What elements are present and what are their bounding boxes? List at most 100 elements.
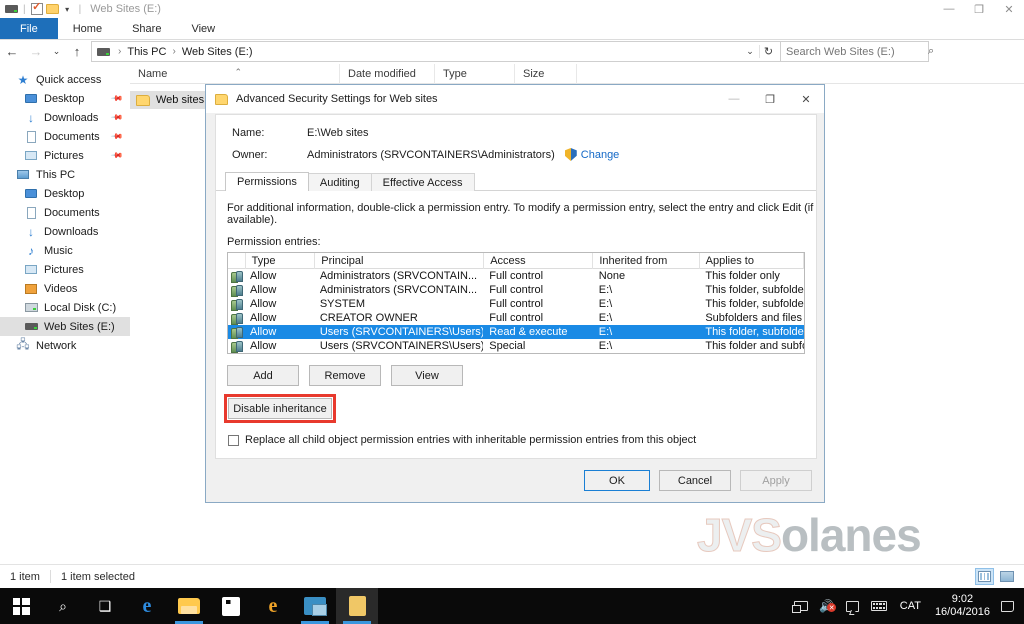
properties-icon[interactable]: [30, 0, 45, 17]
grid-column-principal[interactable]: Principal: [315, 253, 485, 269]
cancel-button[interactable]: Cancel: [659, 470, 731, 491]
table-row[interactable]: Allow CREATOR OWNER Full control E:\ Subfold…: [228, 311, 804, 325]
keyboard-icon[interactable]: [866, 588, 892, 624]
minimize-button[interactable]: —: [934, 0, 964, 18]
pin-icon[interactable]: 📌: [110, 149, 123, 162]
new-folder-icon[interactable]: [45, 2, 60, 17]
language-indicator[interactable]: CAT: [892, 600, 929, 612]
explorer-window-controls: — ❐ ✕: [934, 0, 1024, 18]
ribbon-tab-home[interactable]: Home: [58, 18, 117, 39]
list-item[interactable]: Web sites: [130, 91, 213, 109]
disable-inheritance-highlight: Disable inheritance: [224, 394, 336, 423]
breadcrumb-item-web-sites[interactable]: Web Sites (E:): [181, 46, 254, 58]
ribbon-tab-share[interactable]: Share: [117, 18, 176, 39]
internet-explorer-icon[interactable]: e: [252, 588, 294, 624]
sidebar-item-label: Documents: [44, 206, 100, 219]
sidebar-item-desktop[interactable]: Desktop: [0, 184, 130, 203]
column-header-type[interactable]: Type: [435, 63, 515, 84]
add-button[interactable]: Add: [227, 365, 299, 386]
customize-chevron-icon[interactable]: ▾: [60, 2, 75, 17]
pin-icon[interactable]: 📌: [110, 111, 123, 124]
large-icons-view-icon[interactable]: [997, 568, 1016, 585]
grid-column-access[interactable]: Access: [484, 253, 594, 269]
pin-icon[interactable]: 📌: [110, 130, 123, 143]
task-view-icon[interactable]: ❑: [84, 588, 126, 624]
sidebar-item-pictures[interactable]: Pictures: [0, 260, 130, 279]
sidebar-item-label: Downloads: [44, 225, 99, 238]
ribbon-tab-view[interactable]: View: [176, 18, 230, 39]
sidebar-item-downloads[interactable]: ↓ Downloads: [0, 222, 130, 241]
grid-column-inherited-from[interactable]: Inherited from: [593, 253, 700, 269]
replace-child-permissions-checkbox[interactable]: [228, 434, 239, 446]
volume-muted-icon[interactable]: 🔊✕: [814, 588, 840, 624]
back-button[interactable]: ←: [0, 40, 24, 63]
search-input[interactable]: [786, 45, 928, 58]
owner-row: Owner: Administrators (SRVCONTAINERS\Adm…: [232, 146, 816, 163]
column-header-name[interactable]: Name ⌃: [130, 63, 340, 84]
search-box[interactable]: ⌕: [781, 41, 934, 62]
forward-button[interactable]: →: [24, 40, 48, 63]
pin-icon[interactable]: 📌: [110, 92, 123, 105]
file-explorer-icon[interactable]: [168, 588, 210, 624]
recent-locations-button[interactable]: ⌄: [48, 40, 65, 63]
sidebar-item-this-pc[interactable]: This PC: [0, 165, 130, 184]
server-manager-icon[interactable]: [294, 588, 336, 624]
table-row[interactable]: Allow SYSTEM Full control E:\ This folder, s…: [228, 297, 804, 311]
sidebar-item-web-sites-e[interactable]: Web Sites (E:): [0, 317, 130, 336]
sidebar-item-local-disk-c[interactable]: Local Disk (C:): [0, 298, 130, 317]
sidebar-item-pictures[interactable]: Pictures 📌: [0, 146, 130, 165]
ok-button[interactable]: OK: [584, 470, 650, 491]
tab-auditing[interactable]: Auditing: [307, 173, 372, 191]
breadcrumb[interactable]: › This PC › Web Sites (E:) ⌄ ↻: [91, 41, 781, 62]
dialog-minimize-button[interactable]: —: [716, 85, 752, 113]
up-button[interactable]: ↑: [65, 40, 89, 63]
remove-button[interactable]: Remove: [309, 365, 381, 386]
network-icon[interactable]: [788, 588, 814, 624]
chevron-down-icon[interactable]: ⌄: [741, 46, 759, 57]
replace-child-permissions-row[interactable]: Replace all child object permission entr…: [228, 434, 816, 446]
table-row[interactable]: Allow Users (SRVCONTAINERS\Users) Special E…: [228, 339, 804, 353]
restore-button[interactable]: ❐: [964, 0, 994, 18]
table-row[interactable]: Allow Administrators (SRVCONTAIN... Full c…: [228, 283, 804, 297]
sidebar-item-downloads[interactable]: ↓ Downloads 📌: [0, 108, 130, 127]
breadcrumb-item-this-pc[interactable]: This PC: [126, 46, 167, 58]
status-selection: 1 item selected: [60, 570, 135, 583]
taskbar-search-icon[interactable]: ⌕: [42, 588, 84, 624]
dialog-close-button[interactable]: ✕: [788, 85, 824, 113]
start-button[interactable]: [0, 588, 42, 624]
clock[interactable]: 9:02 16/04/2016: [929, 593, 996, 619]
sidebar-item-network[interactable]: 🖧 Network: [0, 336, 130, 355]
tab-permissions[interactable]: Permissions: [225, 172, 309, 191]
change-owner-link[interactable]: Change: [581, 149, 620, 161]
close-button[interactable]: ✕: [994, 0, 1024, 18]
tab-effective-access[interactable]: Effective Access: [370, 173, 475, 191]
sidebar-item-documents[interactable]: Documents 📌: [0, 127, 130, 146]
view-mode-buttons: [975, 568, 1024, 585]
search-icon[interactable]: ⌕: [928, 45, 934, 58]
screen: | ▾ | Web Sites (E:) — ❐ ✕ ⌄ ? File Home…: [0, 0, 1024, 624]
notification-icon[interactable]: [840, 588, 866, 624]
disable-inheritance-button[interactable]: Disable inheritance: [228, 398, 332, 419]
explorer-window-icon[interactable]: [336, 588, 378, 624]
action-center-icon[interactable]: [996, 588, 1018, 624]
details-view-icon[interactable]: [975, 568, 994, 585]
dialog-maximize-button[interactable]: ❐: [752, 85, 788, 113]
sidebar-item-music[interactable]: ♪ Music: [0, 241, 130, 260]
cell-applies-to: This folder and subfolders: [705, 340, 804, 352]
permission-entries-grid[interactable]: Type Principal Access Inherited from Applies…: [227, 252, 805, 354]
grid-column-type[interactable]: Type: [246, 253, 316, 269]
view-button[interactable]: View: [391, 365, 463, 386]
sidebar-item-videos[interactable]: Videos: [0, 279, 130, 298]
sidebar-item-quick-access[interactable]: ★ Quick access: [0, 70, 130, 89]
ribbon-tab-file[interactable]: File: [0, 18, 58, 39]
sidebar-item-documents[interactable]: Documents: [0, 203, 130, 222]
refresh-icon[interactable]: ↻: [759, 45, 777, 58]
store-icon[interactable]: [210, 588, 252, 624]
column-header-size[interactable]: Size: [515, 63, 577, 84]
grid-column-applies-to[interactable]: Applies to: [700, 253, 804, 269]
table-row[interactable]: Allow Administrators (SRVCONTAIN... Full c…: [228, 269, 804, 283]
sidebar-item-desktop[interactable]: Desktop 📌: [0, 89, 130, 108]
column-header-date-modified[interactable]: Date modified: [340, 63, 435, 84]
microsoft-edge-icon[interactable]: e: [126, 588, 168, 624]
table-row[interactable]: Allow Users (SRVCONTAINERS\Users) Read & e…: [228, 325, 804, 339]
